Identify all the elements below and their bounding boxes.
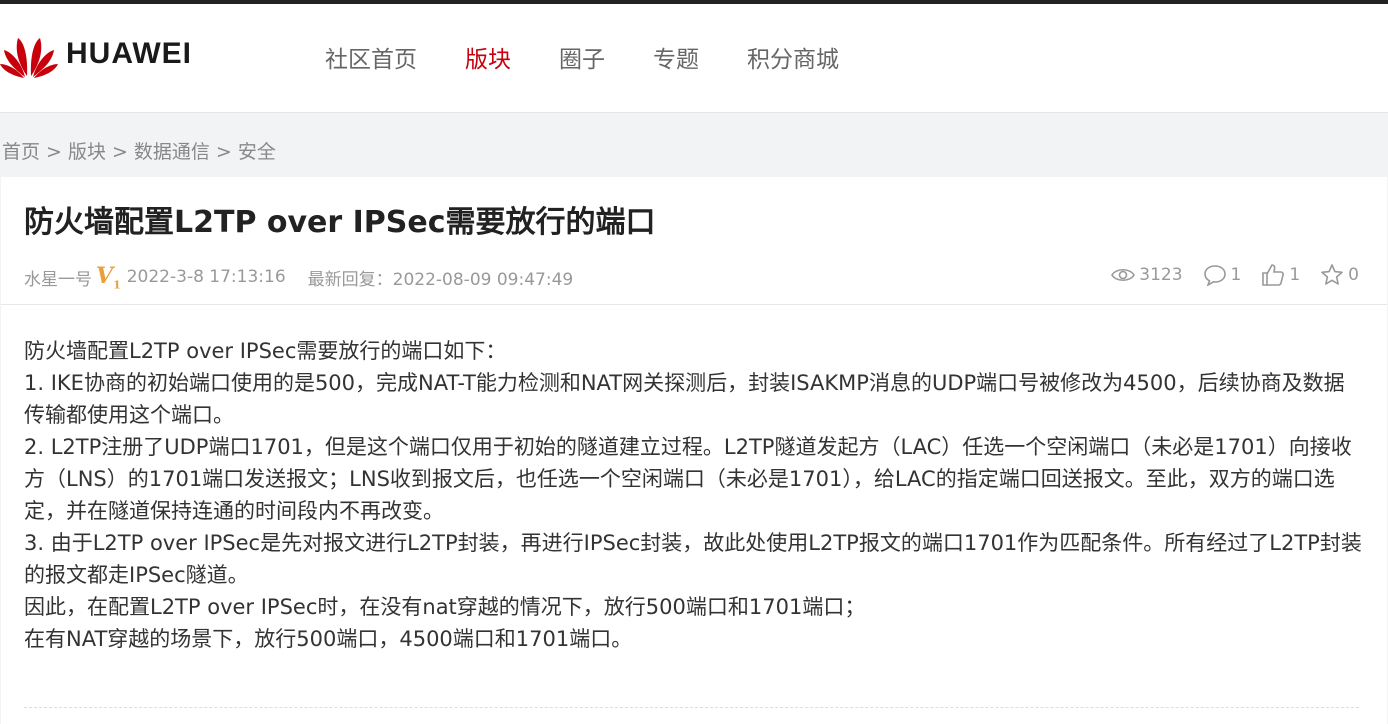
nav-item-circles[interactable]: 圈子 [559, 40, 605, 74]
user-level-badge: V1 [96, 263, 121, 291]
comments-count: 1 [1230, 265, 1242, 285]
post-time: 2022-3-8 17:13:16 [126, 267, 286, 288]
post-title: 防火墙配置L2TP over IPSec需要放行的端口 [24, 205, 656, 240]
latest-reply-time: 最新回复：2022-08-09 09:47:49 [307, 269, 574, 290]
post-content: 防火墙配置L2TP over IPSec需要放行的端口如下： 1. IKE协商的… [24, 335, 1364, 655]
nav-item-home[interactable]: 社区首页 [325, 40, 417, 74]
site-header: HUAWEI 社区首页 版块 圈子 专题 积分商城 [0, 4, 1388, 113]
content-paragraph: 2. L2TP注册了UDP端口1701，但是这个端口仅用于初始的隧道建立过程。L… [24, 435, 1352, 523]
user-level-letter: V [96, 263, 114, 289]
content-paragraph: 3. 由于L2TP over IPSec是先对报文进行L2TP封装，再进行IPS… [24, 531, 1362, 587]
favorites-count: 0 [1348, 265, 1359, 285]
content-paragraph: 在有NAT穿越的场景下，放行500端口，4500端口和1701端口。 [24, 627, 633, 651]
meta-divider [1, 304, 1387, 305]
main-nav: 社区首页 版块 圈子 专题 积分商城 [325, 40, 887, 74]
breadcrumb-separator: > [215, 141, 232, 163]
likes-stat[interactable]: 1 [1261, 263, 1300, 287]
views-count: 3123 [1139, 265, 1183, 285]
comment-icon [1203, 265, 1226, 286]
breadcrumb-security[interactable]: 安全 [238, 141, 276, 163]
comments-stat[interactable]: 1 [1203, 264, 1242, 286]
breadcrumb-separator: > [111, 141, 128, 163]
views-stat: 3123 [1111, 265, 1183, 285]
star-icon [1321, 264, 1343, 285]
content-end-divider [24, 707, 1359, 708]
breadcrumb: 首页 > 版块 > 数据通信 > 安全 [0, 113, 1388, 177]
huawei-logo-icon [0, 38, 58, 78]
content-paragraph: 1. IKE协商的初始端口使用的是500，完成NAT-T能力检测和NAT网关探测… [24, 371, 1345, 427]
breadcrumb-datacom[interactable]: 数据通信 [134, 141, 210, 163]
author-name[interactable]: 水星一号 [24, 265, 92, 290]
post-card: 防火墙配置L2TP over IPSec需要放行的端口 水星一号 V1 2022… [1, 177, 1387, 724]
nav-item-topics[interactable]: 专题 [653, 40, 699, 74]
breadcrumb-sections[interactable]: 版块 [68, 141, 106, 163]
post-meta: 水星一号 V1 2022-3-8 17:13:16 最新回复：2022-08-0… [24, 263, 573, 291]
favorites-stat[interactable]: 0 [1320, 263, 1359, 287]
breadcrumb-home[interactable]: 首页 [2, 141, 40, 163]
brand-name: HUAWEI [66, 37, 192, 70]
thumbs-up-icon [1262, 264, 1285, 286]
brand-logo[interactable]: HUAWEI [0, 30, 192, 78]
user-level-number: 1 [113, 278, 121, 292]
content-paragraph: 因此，在配置L2TP over IPSec时，在没有nat穿越的情况下，放行50… [24, 595, 866, 619]
post-stats: 3123 1 1 0 [1091, 263, 1359, 287]
likes-count: 1 [1289, 265, 1301, 285]
breadcrumb-separator: > [46, 141, 62, 163]
eye-icon [1111, 268, 1136, 282]
content-paragraph: 防火墙配置L2TP over IPSec需要放行的端口如下： [24, 339, 507, 363]
nav-item-points-mall[interactable]: 积分商城 [747, 40, 839, 74]
nav-item-sections[interactable]: 版块 [465, 40, 511, 74]
